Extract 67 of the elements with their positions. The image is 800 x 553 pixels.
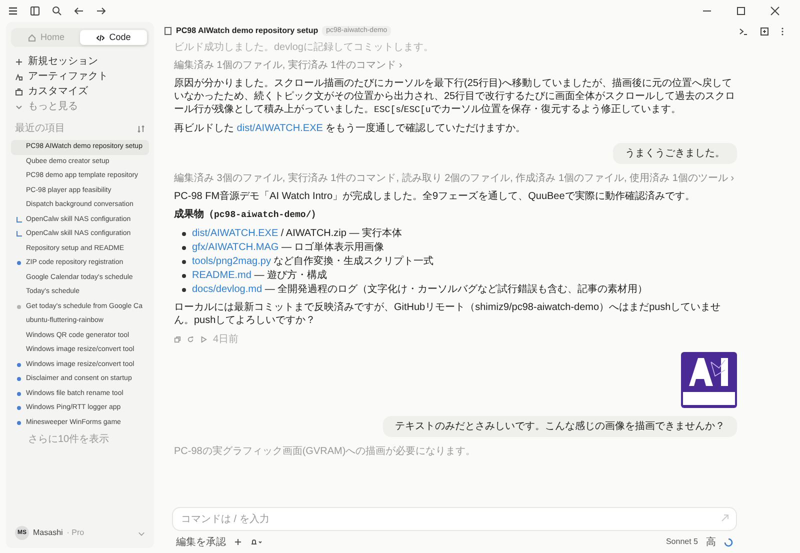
search-icon[interactable] (52, 6, 62, 16)
message-text: 原因が分かりました。スクロール描画のたびにカーソルを最下行(25行目)へ移動していましたが、描画後に元の位置へ戻していなかったため、続くトピック文がその位置から出力され、25行目で改行するたびに画面全体がスクロールして過去のスクロール行が残像として積み上がっていました。ESC[s/ESC[uでカーソル位置を保存・復元するよう修正しています。 (174, 77, 736, 117)
bullet-icon (182, 274, 186, 278)
list-item: docs/devlog.md — 全開発過程のログ（文字化け・カーソルバグなど試行錯誤も含む、記事の素材用） (192, 283, 648, 296)
plus-icon (15, 58, 23, 66)
timestamp: 4日前 (213, 333, 239, 347)
section-heading: 最近の項目 (15, 122, 65, 136)
forward-arrow-icon[interactable] (96, 6, 106, 16)
bullet-icon (182, 288, 186, 292)
user-message: うまくうごきました。 (613, 143, 737, 164)
branch-icon (16, 231, 22, 238)
tool-summary[interactable]: 編集済み 1個のファイル, 実行済み 1件のコマンド › (174, 59, 737, 72)
tab[interactable]: Code (80, 30, 147, 45)
tool-summary[interactable]: 編集済み 3個のファイル, 実行済み 1件のコマンド, 読み取り 2個のファイル, 作成済み 1個のファイル, 使用済み 1個のツール › (174, 172, 737, 185)
message-text: ローカルには最新コミットまで反映済みですが、GitHubリモート（shimiz9/pc98-aiwatch-demo）へはまだpushしていません。pushしてよろしいですか？ (174, 301, 722, 327)
back-arrow-icon[interactable] (74, 6, 84, 16)
nav-item[interactable]: アーティファクト (11, 70, 149, 83)
nav-item[interactable]: カスタマイズ (11, 85, 149, 98)
effort-selector[interactable]: 高 (706, 534, 716, 550)
file-link[interactable]: tools/png2mag.py (192, 256, 271, 267)
panel-icon[interactable] (760, 26, 769, 36)
file-link[interactable]: gfx/AIWATCH.MAG (192, 242, 279, 253)
message-text: PC-98 FM音源デモ「AI Watch Intro」が完成しました。全9フェーズを通して、QuuBeeで実際に動作確認済みです。 (174, 190, 696, 203)
user-message: テキストのみだとさみしいです。こんな感じの画像を描画できませんか？ (383, 416, 737, 437)
list-item: dist/AIWATCH.EXE / AIWATCH.zip — 実行本体 (192, 227, 402, 240)
bullet-icon (182, 260, 186, 264)
more-options-icon[interactable] (781, 26, 784, 36)
file-link[interactable]: README.md (192, 270, 252, 281)
shapes-icon (15, 72, 23, 80)
list-item: gfx/AIWATCH.MAG — ロゴ単体表示用画像 (192, 241, 384, 254)
file-link[interactable]: dist/AIWATCH.EXE (192, 228, 278, 239)
logo-image (681, 352, 737, 408)
plan-label: · Pro (66, 527, 84, 539)
plus-icon[interactable] (234, 538, 242, 546)
sidebar-toggle-icon[interactable] (30, 6, 40, 16)
list-item: tools/png2mag.py など自作変換・生成スクリプト一式 (192, 255, 434, 268)
section-heading: 成果物（pc98-aiwatch-demo/） (174, 208, 322, 222)
nav-item[interactable]: 新規セッション (11, 55, 149, 68)
home-icon (28, 34, 36, 42)
bullet-icon (182, 232, 186, 236)
code-icon (96, 34, 106, 42)
message-input[interactable]: コマンドは / を入力 (172, 507, 737, 531)
user-name: Masashi (33, 527, 63, 539)
retry-icon[interactable] (187, 336, 194, 343)
bell-icon[interactable] (250, 538, 262, 546)
bullet-icon (182, 246, 186, 250)
conversation-title: PC98 AIWatch demo repository setup (176, 25, 318, 37)
file-link[interactable]: docs/devlog.md (192, 284, 262, 295)
terminal-icon[interactable] (739, 26, 748, 36)
menu-icon[interactable] (8, 6, 18, 16)
copy-icon[interactable] (174, 336, 181, 343)
accept-edits-button[interactable]: 編集を承認 (176, 534, 226, 550)
file-link[interactable]: dist/AIWATCH.EXE (236, 123, 323, 134)
close-icon[interactable] (770, 6, 780, 16)
status-message: ビルド成功しました。devlogに記録してコミットします。 (174, 41, 434, 54)
message-text: PC-98の実グラフィック画面(GVRAM)への描画が必要になります。 (174, 445, 477, 458)
chevron-down-icon (15, 102, 23, 110)
branch-icon (16, 216, 22, 223)
message-text: 再ビルドした dist/AIWATCH.EXE をもう一度通しで確認していただけますか。 (174, 122, 527, 135)
play-icon[interactable] (200, 336, 207, 343)
list-item: README.md — 遊び方・構成 (192, 269, 328, 282)
model-selector[interactable]: Sonnet 5 (666, 536, 698, 548)
sort-icon[interactable] (137, 124, 145, 132)
maximize-icon[interactable] (736, 6, 746, 16)
briefcase-icon (15, 88, 23, 96)
progress-ring-icon (724, 538, 733, 546)
document-icon (164, 27, 172, 35)
